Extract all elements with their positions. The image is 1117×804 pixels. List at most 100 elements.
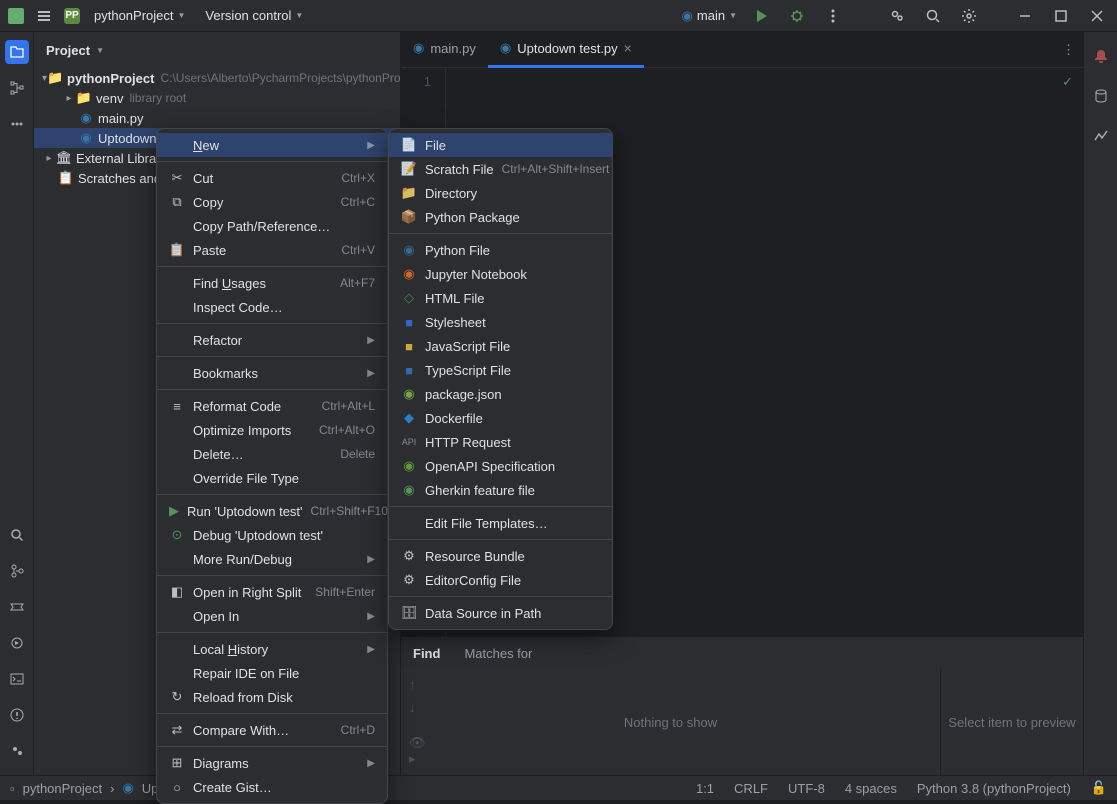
code-with-me-button[interactable] (885, 4, 909, 28)
services-tool-button[interactable] (5, 595, 29, 619)
new-jupyter[interactable]: ◉Jupyter Notebook (389, 262, 612, 286)
sciview-tool-button[interactable] (1089, 124, 1113, 148)
new-stylesheet[interactable]: ■Stylesheet (389, 310, 612, 334)
terminal-tool-button[interactable] (5, 667, 29, 691)
ctx-bookmarks[interactable]: Bookmarks▶ (157, 361, 387, 385)
ctx-diagrams[interactable]: ⊞Diagrams▶ (157, 751, 387, 775)
new-editorconfig[interactable]: ⚙EditorConfig File (389, 568, 612, 592)
inspections-ok-icon[interactable]: ✓ (1062, 74, 1073, 90)
debug-button[interactable] (785, 4, 809, 28)
vcs-dropdown[interactable]: Version control ▼ (199, 6, 309, 25)
close-tab-button[interactable]: × (624, 40, 632, 56)
ctx-copy[interactable]: ⧉CopyCtrl+C (157, 190, 387, 214)
find-prev-button[interactable]: ↑ (409, 677, 416, 692)
new-http-request[interactable]: APIHTTP Request (389, 430, 612, 454)
maximize-button[interactable] (1049, 4, 1073, 28)
new-dockerfile[interactable]: ◆Dockerfile (389, 406, 612, 430)
run-button[interactable] (749, 4, 773, 28)
new-gherkin[interactable]: ◉Gherkin feature file (389, 478, 612, 502)
status-readonly-icon[interactable]: 🔓 (1091, 780, 1107, 796)
ctx-override[interactable]: Override File Type (157, 466, 387, 490)
status-line-sep[interactable]: CRLF (734, 781, 768, 796)
database-tool-button[interactable] (1089, 84, 1113, 108)
new-file[interactable]: 📄File (389, 133, 612, 157)
ctx-refactor[interactable]: Refactor▶ (157, 328, 387, 352)
ctx-open-in[interactable]: Open In▶ (157, 604, 387, 628)
ctx-reformat[interactable]: ≡Reformat CodeCtrl+Alt+L (157, 394, 387, 418)
status-project[interactable]: pythonProject (23, 781, 103, 796)
run-config-dropdown[interactable]: ◉ main ▼ (682, 8, 737, 24)
more-actions-button[interactable] (821, 4, 845, 28)
edit-file-templates[interactable]: Edit File Templates… (389, 511, 612, 535)
project-panel-header[interactable]: Project ▼ (34, 32, 400, 68)
ctx-reload[interactable]: ↻Reload from Disk (157, 685, 387, 709)
notifications-button[interactable] (1089, 44, 1113, 68)
tab-main[interactable]: ◉ main.py (401, 32, 488, 68)
ctx-more-run[interactable]: More Run/Debug▶ (157, 547, 387, 571)
new-datasource[interactable]: 🗄Data Source in Path (389, 601, 612, 625)
new-package-json[interactable]: ◉package.json (389, 382, 612, 406)
tab-label: main.py (430, 41, 476, 56)
pycharm-logo-icon (8, 8, 24, 24)
ctx-gist[interactable]: ○Create Gist… (157, 775, 387, 799)
more-tools-button[interactable] (5, 112, 29, 136)
problems-tool-button[interactable] (5, 703, 29, 727)
tab-more-button[interactable]: ⋮ (1054, 42, 1083, 58)
ctx-new[interactable]: New▶ (157, 133, 387, 157)
python-console-button[interactable] (5, 631, 29, 655)
close-window-button[interactable] (1085, 4, 1109, 28)
ctx-local-history[interactable]: Local History▶ (157, 637, 387, 661)
ctx-cut[interactable]: ✂CutCtrl+X (157, 166, 387, 190)
new-js[interactable]: ■JavaScript File (389, 334, 612, 358)
ctx-run[interactable]: ▶Run 'Uptodown test'Ctrl+Shift+F10 (157, 499, 387, 523)
ctx-debug[interactable]: ⊙Debug 'Uptodown test' (157, 523, 387, 547)
structure-tool-button[interactable] (5, 76, 29, 100)
new-resource-bundle[interactable]: ⚙Resource Bundle (389, 544, 612, 568)
new-directory[interactable]: 📁Directory (389, 181, 612, 205)
search-tool-button[interactable] (5, 523, 29, 547)
ctx-compare[interactable]: ⇄Compare With…Ctrl+D (157, 718, 387, 742)
new-python-package[interactable]: 📦Python Package (389, 205, 612, 229)
ctx-inspect[interactable]: Inspect Code… (157, 295, 387, 319)
project-name: pythonProject (94, 8, 174, 23)
ctx-find-usages[interactable]: Find UsagesAlt+F7 (157, 271, 387, 295)
status-indent[interactable]: 4 spaces (845, 781, 897, 796)
minimize-button[interactable] (1013, 4, 1037, 28)
tree-root[interactable]: ▾ 📁 pythonProject C:\Users\Alberto\Pycha… (34, 68, 400, 88)
ctx-optimize[interactable]: Optimize ImportsCtrl+Alt+O (157, 418, 387, 442)
python-packages-button[interactable] (5, 739, 29, 763)
status-caret-pos[interactable]: 1:1 (696, 781, 714, 796)
ctx-open-split[interactable]: ◧Open in Right SplitShift+Enter (157, 580, 387, 604)
new-scratch[interactable]: 📝Scratch FileCtrl+Alt+Shift+Insert (389, 157, 612, 181)
ctx-repair[interactable]: Repair IDE on File (157, 661, 387, 685)
vcs-tool-button[interactable] (5, 559, 29, 583)
new-ts[interactable]: ■TypeScript File (389, 358, 612, 382)
ctx-delete[interactable]: Delete…Delete (157, 442, 387, 466)
tab-uptodown[interactable]: ◉ Uptodown test.py × (488, 32, 644, 68)
ctx-copy-path[interactable]: Copy Path/Reference… (157, 214, 387, 238)
search-button[interactable] (921, 4, 945, 28)
chevron-down-icon: ▼ (96, 46, 104, 55)
find-preview-label: Select item to preview (948, 715, 1075, 730)
chevron-down-icon: ▼ (178, 11, 186, 20)
project-dropdown[interactable]: pythonProject ▼ (88, 6, 191, 25)
status-encoding[interactable]: UTF-8 (788, 781, 825, 796)
tree-venv-name: venv (96, 91, 123, 106)
new-openapi[interactable]: ◉OpenAPI Specification (389, 454, 612, 478)
expand-icon: ▾ (42, 73, 47, 84)
find-next-button[interactable]: ↓ (409, 700, 416, 715)
settings-button[interactable] (957, 4, 981, 28)
python-icon: ◉ (682, 8, 693, 24)
ctx-paste[interactable]: 📋PasteCtrl+V (157, 238, 387, 262)
tree-venv[interactable]: ▸ 📁 venv library root (34, 88, 400, 108)
status-interpreter[interactable]: Python 3.8 (pythonProject) (917, 781, 1071, 796)
main-menu-button[interactable] (32, 4, 56, 28)
expand-icon: ▸ (62, 93, 76, 104)
project-tool-button[interactable] (5, 40, 29, 64)
chevron-down-icon: ▼ (729, 11, 737, 20)
find-expand-button[interactable]: ▸ (409, 751, 416, 766)
tree-file-main[interactable]: ◉ main.py (34, 108, 400, 128)
new-html[interactable]: ◇HTML File (389, 286, 612, 310)
find-preview-toggle[interactable]: 👁 (409, 735, 426, 750)
new-python-file[interactable]: ◉Python File (389, 238, 612, 262)
